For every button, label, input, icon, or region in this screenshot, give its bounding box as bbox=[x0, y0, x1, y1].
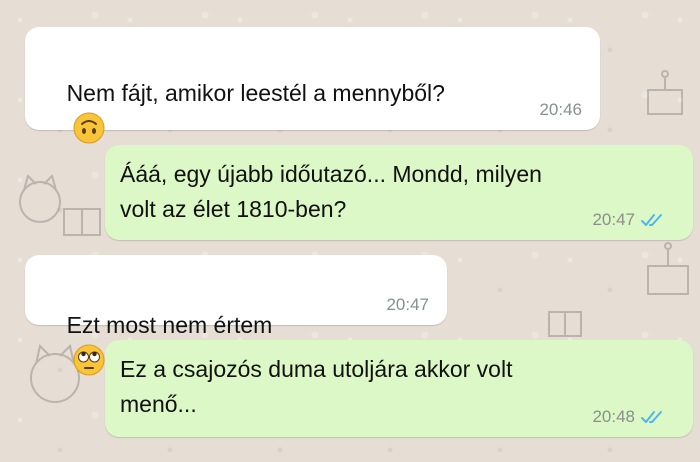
read-double-check-icon bbox=[641, 214, 662, 226]
read-double-check-icon bbox=[641, 411, 662, 423]
message-text-line-2: menő... bbox=[120, 391, 197, 417]
upside-down-face-emoji-icon bbox=[73, 112, 105, 144]
doodle-gift-icon-2 bbox=[548, 311, 582, 337]
doodle-cake-icon-2 bbox=[647, 242, 689, 295]
message-meta: 20:47 bbox=[592, 210, 665, 230]
outgoing-message-bubble[interactable]: Ááá, egy újabb időutazó... Mondd, milyen… bbox=[105, 145, 693, 240]
doodle-cake-icon bbox=[647, 70, 683, 115]
doodle-gift-icon bbox=[63, 208, 101, 236]
message-meta: 20:48 bbox=[592, 407, 665, 427]
face-with-rolling-eyes-emoji-icon bbox=[73, 344, 105, 376]
outgoing-message-bubble[interactable]: Ez a csajozós duma utoljára akkor volt m… bbox=[105, 340, 693, 437]
message-text-line-2: volt az élet 1810-ben? bbox=[120, 196, 347, 222]
message-timestamp: 20:47 bbox=[592, 210, 635, 229]
incoming-message-bubble[interactable]: Ezt most nem értem 20:47 bbox=[25, 255, 447, 376]
message-timestamp: 20:47 bbox=[386, 295, 429, 314]
message-text-line-1: Ez a csajozós duma utoljára akkor volt bbox=[120, 356, 513, 382]
message-meta: 20:46 bbox=[539, 100, 582, 120]
message-timestamp: 20:48 bbox=[592, 407, 635, 426]
message-meta: 20:47 bbox=[386, 295, 429, 315]
message-text: Nem fájt, amikor leestél a mennyből? bbox=[66, 80, 445, 106]
message-text: Ezt most nem értem bbox=[66, 312, 273, 338]
incoming-message-bubble[interactable]: Nem fájt, amikor leestél a mennyből? 20:… bbox=[25, 27, 600, 144]
message-text-line-1: Ááá, egy újabb időutazó... Mondd, milyen bbox=[120, 161, 542, 187]
message-timestamp: 20:46 bbox=[539, 100, 582, 119]
